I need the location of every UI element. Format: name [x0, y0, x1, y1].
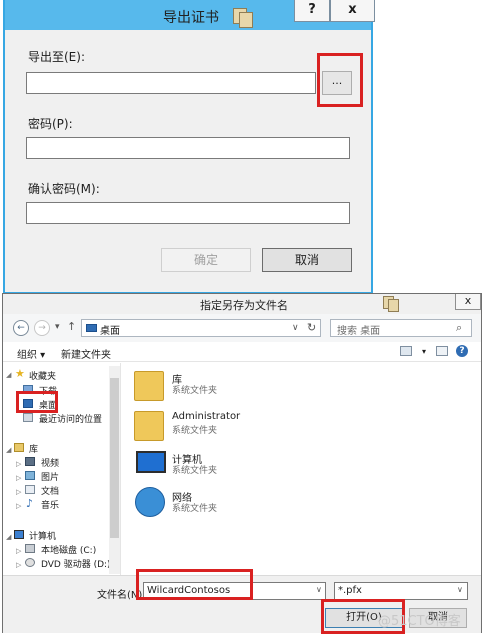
chevron-down-icon[interactable]: ∨ — [457, 585, 463, 594]
export-dialog-title: 导出证书 — [163, 10, 219, 26]
save-as-dialog: 指定另存为文件名 x ← → ▾ ↑ 桌面 ∨ ↻ 搜索 桌面 ⌕ 组织 ▾ 新… — [2, 293, 482, 634]
view-options-icon[interactable] — [400, 346, 412, 356]
videos-icon — [25, 457, 35, 466]
navigation-pane: ◢ ★ 收藏夹 下载 桌面 最近访问的位置 ◢ 库 ▷ 视频 ▷ 图片 ▷ 文档… — [3, 363, 121, 575]
help-icon[interactable]: ? — [456, 345, 468, 357]
sidebar-item-computer[interactable]: 计算机 — [29, 529, 56, 542]
new-folder-button[interactable]: 新建文件夹 — [61, 346, 111, 361]
desktop-icon — [86, 324, 97, 332]
save-dialog-title: 指定另存为文件名 — [200, 299, 288, 312]
scrollbar-thumb[interactable] — [110, 378, 119, 538]
expand-arrow-icon[interactable]: ▷ — [16, 488, 21, 496]
close-button[interactable]: x — [455, 294, 481, 310]
organize-button[interactable]: 组织 ▾ — [17, 346, 45, 361]
password-label: 密码(P): — [28, 117, 73, 131]
library-icon — [134, 371, 164, 401]
expand-arrow-icon[interactable]: ▷ — [16, 460, 21, 468]
help-button[interactable]: ? — [294, 0, 330, 22]
collapse-arrow-icon[interactable]: ◢ — [6, 446, 11, 454]
recent-places-icon — [23, 413, 33, 422]
refresh-icon[interactable]: ↻ — [307, 321, 316, 334]
sidebar-item-recent[interactable]: 最近访问的位置 — [39, 412, 102, 425]
computer-icon — [14, 530, 24, 539]
search-input[interactable]: 搜索 桌面 — [337, 322, 380, 337]
star-icon: ★ — [15, 367, 25, 380]
user-folder-icon — [134, 411, 164, 441]
address-text: 桌面 — [100, 326, 120, 337]
preview-pane-icon[interactable] — [436, 346, 448, 356]
expand-arrow-icon[interactable]: ▷ — [16, 561, 21, 569]
cancel-button[interactable]: 取消 — [262, 248, 352, 272]
search-box[interactable]: 搜索 桌面 ⌕ — [330, 319, 472, 337]
filetype-select[interactable]: *.pfx — [334, 582, 468, 600]
expand-arrow-icon[interactable]: ▷ — [16, 547, 21, 555]
collapse-arrow-icon[interactable]: ◢ — [6, 533, 11, 541]
pictures-icon — [25, 471, 35, 480]
dvd-icon — [25, 558, 35, 567]
password-field[interactable] — [26, 137, 350, 159]
item-type: 系统文件夹 — [172, 426, 218, 436]
export-path-field[interactable] — [26, 72, 316, 94]
disk-icon — [25, 544, 35, 553]
sidebar-item-libraries[interactable]: 库 — [29, 442, 38, 455]
network-icon — [135, 487, 165, 517]
confirm-password-label: 确认密码(M): — [28, 182, 100, 196]
up-arrow-icon[interactable]: ↑ — [67, 320, 76, 333]
file-list: 库 系统文件夹 Administrator 系统文件夹 计算机 系统文件夹 网络… — [122, 363, 481, 575]
back-icon[interactable]: ← — [13, 320, 29, 336]
sidebar-item-videos[interactable]: 视频 — [41, 456, 59, 469]
confirm-password-field[interactable] — [26, 202, 350, 224]
export-to-label: 导出至(E): — [28, 50, 85, 64]
highlight-filename — [136, 569, 253, 600]
collapse-arrow-icon[interactable]: ◢ — [6, 371, 11, 379]
certificate-icon — [233, 8, 255, 28]
toolbar: 组织 ▾ 新建文件夹 ▾ ? — [3, 342, 481, 362]
music-icon: ♪ — [26, 497, 34, 510]
library-icon — [14, 443, 24, 452]
chevron-down-icon[interactable]: ∨ — [316, 585, 322, 594]
sidebar-item-pictures[interactable]: 图片 — [41, 470, 59, 483]
watermark: @51CTO博客 — [378, 614, 461, 629]
navigation-bar: ← → ▾ ↑ 桌面 ∨ ↻ 搜索 桌面 ⌕ — [3, 314, 481, 342]
sidebar-item-music[interactable]: 音乐 — [41, 498, 59, 511]
item-type: 系统文件夹 — [172, 466, 218, 476]
history-dropdown-icon[interactable]: ▾ — [55, 322, 60, 332]
expand-arrow-icon[interactable]: ▷ — [16, 502, 21, 510]
computer-icon — [136, 451, 166, 473]
close-button[interactable]: x — [330, 0, 375, 22]
sidebar-scrollbar[interactable] — [109, 366, 120, 574]
highlight-desktop — [16, 391, 58, 413]
forward-icon[interactable]: → — [34, 320, 50, 336]
item-type: 系统文件夹 — [172, 504, 218, 514]
chevron-down-icon[interactable]: ∨ — [292, 323, 299, 333]
sidebar-item-favorites[interactable]: 收藏夹 — [29, 369, 56, 382]
documents-icon — [25, 485, 35, 494]
sidebar-item-dvd-drive[interactable]: DVD 驱动器 (D:) — [41, 557, 111, 570]
item-type: 系统文件夹 — [172, 386, 218, 396]
save-dialog-titlebar: 指定另存为文件名 x — [3, 294, 481, 314]
search-icon[interactable]: ⌕ — [456, 321, 462, 335]
sidebar-item-local-disk[interactable]: 本地磁盘 (C:) — [41, 543, 96, 556]
certificate-icon — [383, 296, 401, 312]
view-dropdown-icon[interactable]: ▾ — [422, 347, 426, 356]
address-bar[interactable]: 桌面 ∨ ↻ — [81, 319, 321, 337]
highlight-browse — [317, 53, 363, 107]
sidebar-item-documents[interactable]: 文档 — [41, 484, 59, 497]
expand-arrow-icon[interactable]: ▷ — [16, 474, 21, 482]
item-name: Administrator — [172, 411, 241, 422]
export-certificate-dialog: 导出证书 ? x 导出至(E): ... 密码(P): 确认密码(M): 确定 … — [3, 0, 375, 294]
export-dialog-titlebar: 导出证书 ? x — [5, 0, 375, 30]
ok-button[interactable]: 确定 — [161, 248, 251, 272]
